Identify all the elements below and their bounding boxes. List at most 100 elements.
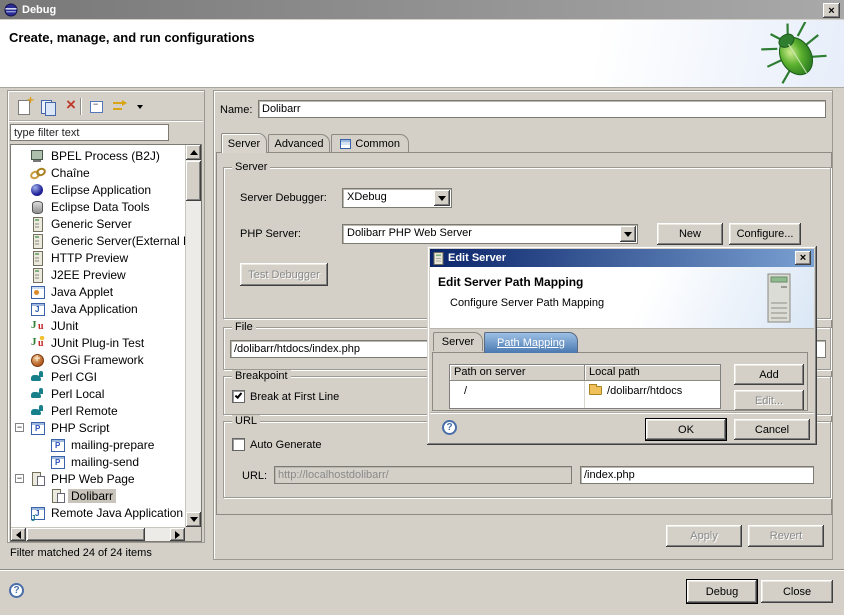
configure-server-button[interactable]: Configure... — [729, 223, 801, 245]
auto-generate-label: Auto Generate — [250, 439, 322, 451]
edit-mapping-button[interactable]: Edit... — [734, 390, 804, 411]
config-name-input[interactable] — [258, 100, 826, 118]
window-titlebar[interactable]: Debug × — [0, 0, 844, 20]
tree-expander-icon[interactable]: − — [15, 423, 24, 432]
tree-item[interactable]: Java Application — [11, 300, 185, 317]
filter-field-wrap — [10, 124, 169, 141]
collapse-all-icon[interactable] — [87, 98, 105, 115]
dialog-header: Edit Server Path Mapping Configure Serve… — [430, 267, 814, 329]
tree-item[interactable]: − PHP Web Page — [11, 470, 185, 487]
tab-advanced[interactable]: Advanced — [268, 134, 330, 153]
debug-button[interactable]: Debug — [687, 580, 757, 603]
window-close-button[interactable]: × — [823, 3, 840, 18]
dialog-button-bar: ? OK Cancel — [430, 412, 814, 442]
tree-item[interactable]: Perl Local — [11, 385, 185, 402]
break-first-line-checkbox[interactable] — [232, 390, 245, 403]
combo-arrow-button[interactable] — [434, 190, 450, 206]
tab-common[interactable]: Common — [331, 134, 409, 153]
scroll-down-button[interactable] — [186, 512, 201, 527]
php-server-select[interactable]: Dolibarr PHP Web Server — [342, 224, 638, 244]
tree-item[interactable]: JUnit Plug-in Test — [11, 334, 185, 351]
tree-item[interactable]: Remote Java Application — [11, 504, 185, 521]
tree-item-icon — [30, 506, 45, 520]
name-label: Name: — [220, 104, 252, 116]
new-launch-config-icon[interactable] — [15, 98, 33, 115]
horizontal-scroll-thumb[interactable] — [27, 528, 145, 541]
tree-item-label: Generic Server(External La — [48, 234, 185, 248]
menu-dropdown-icon[interactable] — [135, 98, 145, 115]
tree-item[interactable]: BPEL Process (B2J) — [11, 147, 185, 164]
dialog-title: Edit Server — [448, 252, 506, 264]
add-mapping-button[interactable]: Add — [734, 364, 804, 385]
ok-button[interactable]: OK — [646, 419, 726, 440]
dialog-tab-server[interactable]: Server — [433, 332, 483, 351]
tree-item[interactable]: Perl CGI — [11, 368, 185, 385]
break-first-line-label: Break at First Line — [250, 391, 339, 403]
tree-item-label: Eclipse Data Tools — [48, 200, 153, 214]
tree-item[interactable]: Eclipse Application — [11, 181, 185, 198]
scroll-up-button[interactable] — [186, 145, 201, 160]
tab-server[interactable]: Server — [221, 133, 267, 153]
tree-item[interactable]: Generic Server(External La — [11, 232, 185, 249]
tree-item[interactable]: mailing-prepare — [11, 436, 185, 453]
help-icon[interactable]: ? — [9, 583, 24, 598]
server-icon — [433, 252, 444, 265]
tree-item-icon — [30, 217, 45, 231]
url-label: URL: — [242, 470, 267, 482]
tree-item[interactable]: J2EE Preview — [11, 266, 185, 283]
dialog-close-button[interactable]: × — [795, 251, 811, 265]
duplicate-config-icon[interactable] — [39, 98, 57, 115]
table-header-row: Path on server Local path — [450, 365, 720, 381]
tree-item-icon — [30, 387, 45, 401]
tree-item[interactable]: HTTP Preview — [11, 249, 185, 266]
combo-arrow-button[interactable] — [620, 226, 636, 242]
vertical-scroll-thumb[interactable] — [186, 161, 201, 201]
tree-item-label: JUnit — [48, 319, 81, 333]
tree-item[interactable]: OSGi Framework — [11, 351, 185, 368]
delete-config-icon[interactable] — [63, 98, 81, 115]
dialog-help-icon[interactable]: ? — [442, 420, 457, 435]
tree-horizontal-scrollbar[interactable] — [11, 527, 185, 541]
tree-item[interactable]: − PHP Script — [11, 419, 185, 436]
table-row[interactable]: / /dolibarr/htdocs — [450, 381, 720, 400]
sidebar-toolbar — [9, 92, 203, 121]
scroll-right-button[interactable] — [170, 528, 185, 541]
test-debugger-button[interactable]: Test Debugger — [240, 263, 328, 286]
revert-button[interactable]: Revert — [748, 525, 824, 547]
tree-item[interactable]: JUnit — [11, 317, 185, 334]
apply-button[interactable]: Apply — [666, 525, 742, 547]
tree-item[interactable]: Dolibarr — [11, 487, 185, 504]
filter-icon[interactable] — [111, 98, 129, 115]
checkmark-icon — [235, 391, 243, 399]
tree-item-label: Remote Java Application — [48, 506, 185, 520]
tree-item-label: Perl Remote — [48, 404, 121, 418]
scroll-left-button[interactable] — [11, 528, 26, 541]
dialog-tab-path-mapping[interactable]: Path Mapping — [484, 332, 578, 353]
tree-expander-icon[interactable]: − — [15, 474, 24, 483]
tree-item-icon — [30, 234, 45, 248]
auto-generate-checkbox[interactable] — [232, 438, 245, 451]
tree-item-label: Generic Server — [48, 217, 135, 231]
tree-item[interactable]: Perl Remote — [11, 402, 185, 419]
close-button[interactable]: Close — [761, 580, 833, 603]
tree-item[interactable]: Generic Server — [11, 215, 185, 232]
server-debugger-select[interactable]: XDebug — [342, 188, 452, 208]
tree-item-label: Java Applet — [48, 285, 116, 299]
dialog-titlebar[interactable]: Edit Server × — [430, 249, 814, 267]
url-group-title: URL — [232, 415, 260, 427]
tree-item[interactable]: Chaîne — [11, 164, 185, 181]
type-filter-input[interactable] — [10, 124, 169, 141]
cancel-button[interactable]: Cancel — [734, 419, 810, 440]
tree-item[interactable]: Java Applet — [11, 283, 185, 300]
tree-item[interactable]: mailing-send — [11, 453, 185, 470]
column-header-path-on-server[interactable]: Path on server — [450, 365, 585, 381]
url-path-input[interactable] — [580, 466, 814, 484]
common-tab-icon — [340, 139, 351, 149]
column-header-local-path[interactable]: Local path — [585, 365, 720, 381]
tree-item[interactable]: Eclipse Data Tools — [11, 198, 185, 215]
tree-vertical-scrollbar[interactable] — [185, 145, 201, 527]
tree-item-icon — [50, 438, 65, 452]
tree-item-icon — [30, 251, 45, 265]
new-server-button[interactable]: New — [657, 223, 723, 245]
server-debugger-label: Server Debugger: — [240, 192, 327, 204]
